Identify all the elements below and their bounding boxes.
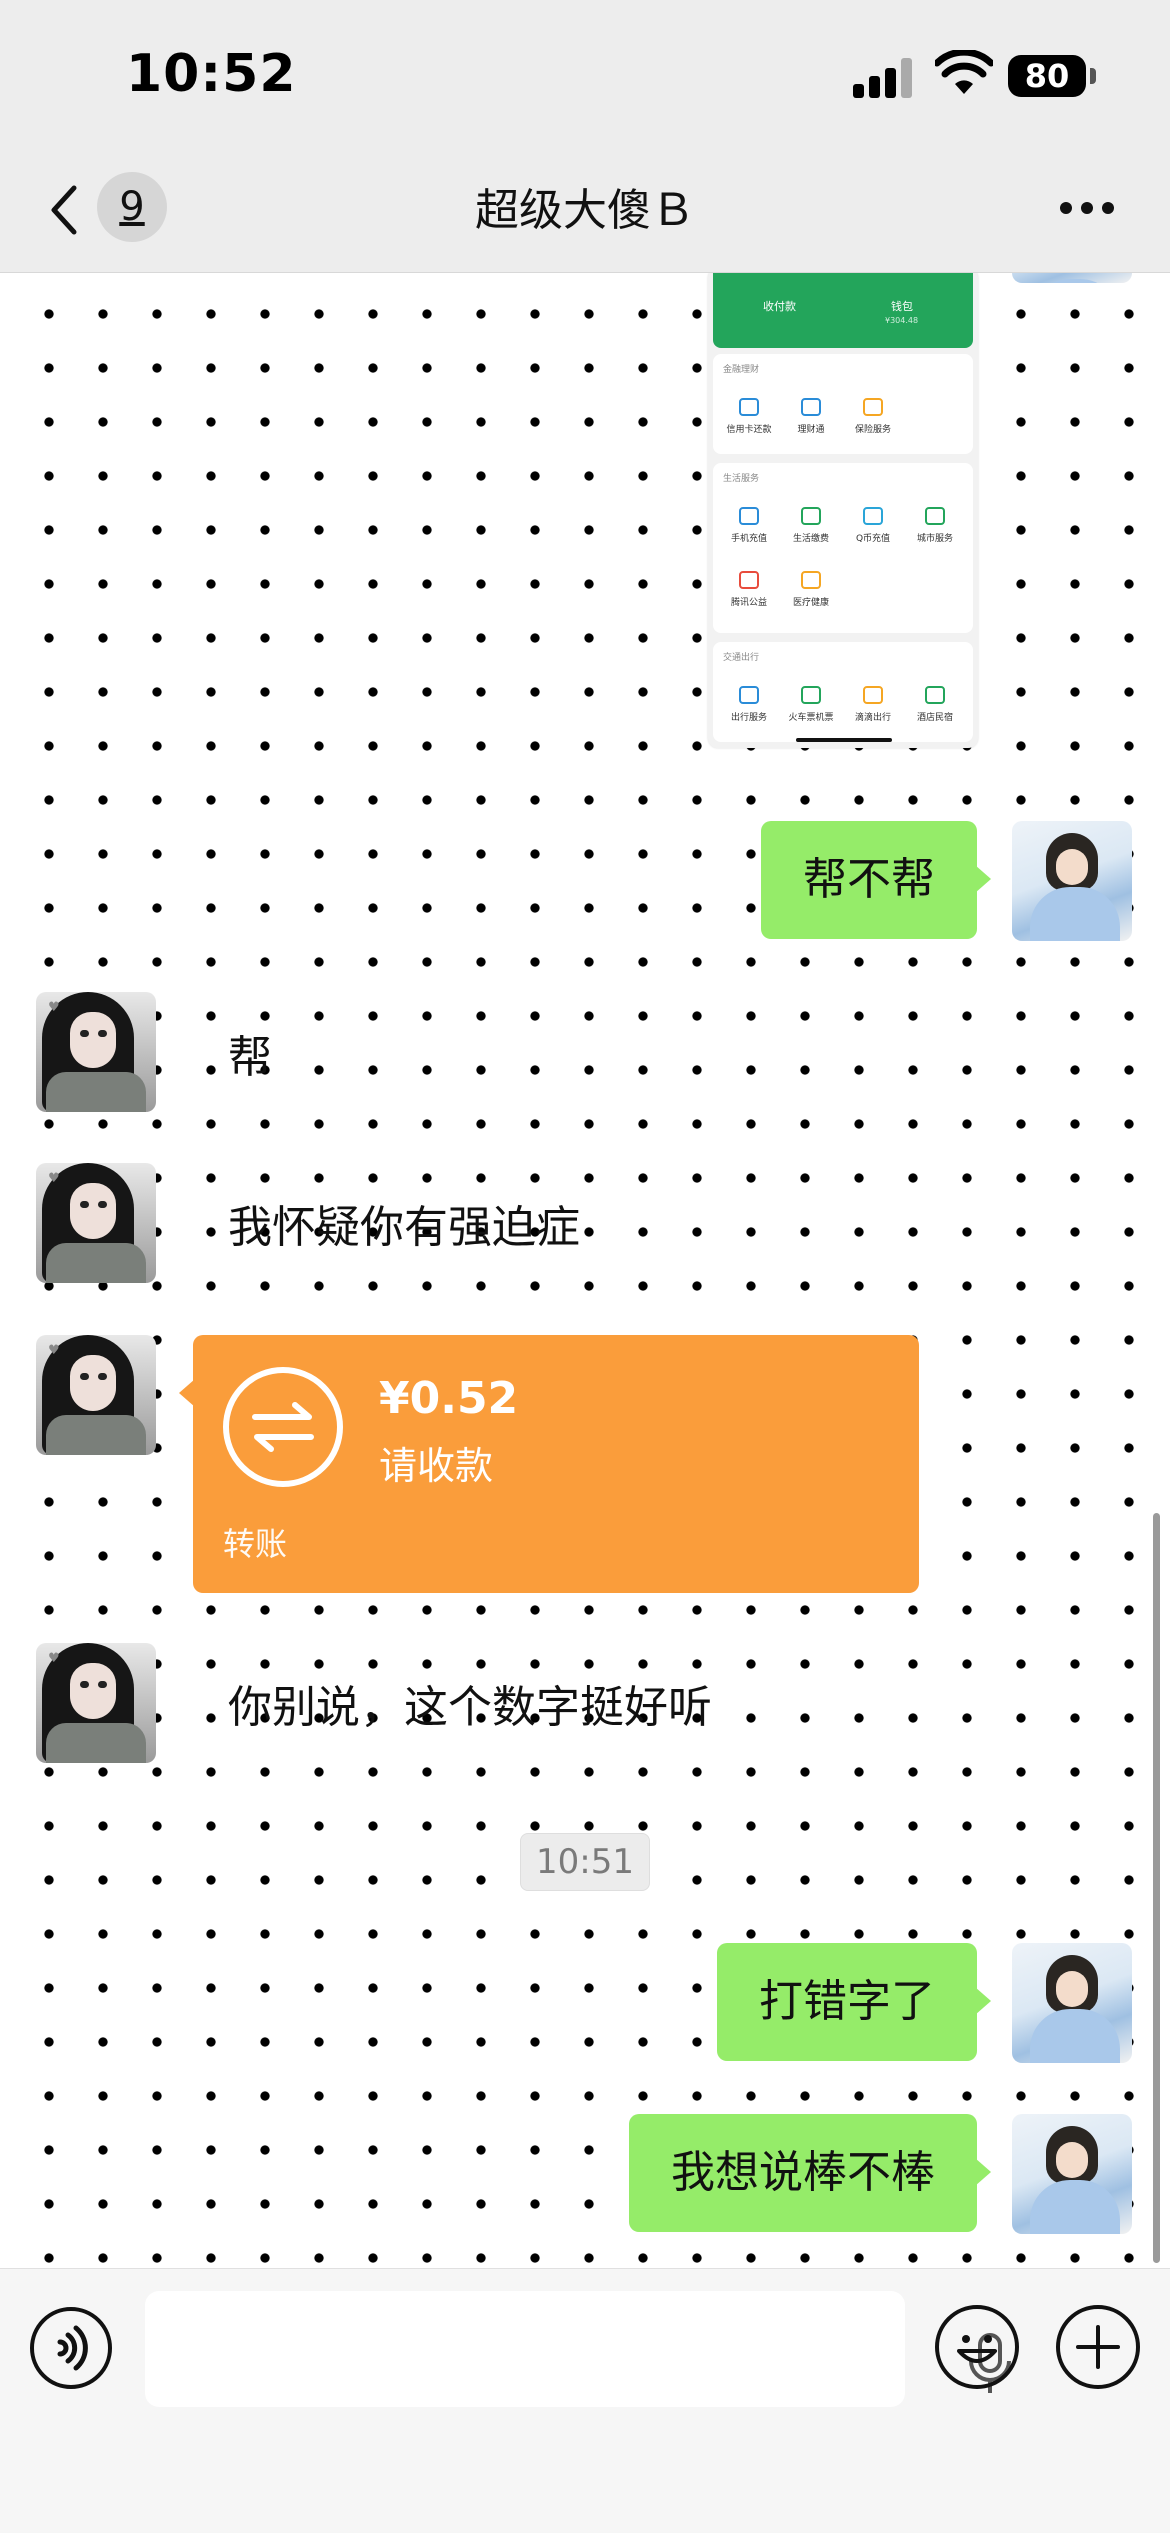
transfer-card[interactable]: ¥0.52 请收款 转账 bbox=[179, 1335, 919, 1593]
my-avatar[interactable] bbox=[1012, 821, 1132, 941]
transfer-label: 转账 bbox=[223, 1525, 288, 1563]
time-divider: 10:51 bbox=[520, 1833, 650, 1891]
emoji-icon[interactable] bbox=[935, 2305, 1019, 2389]
transfer-icon bbox=[223, 1367, 343, 1487]
home-indicator bbox=[796, 738, 892, 742]
contact-message[interactable]: 帮 bbox=[228, 1021, 272, 1085]
shot-item: 保险服务 bbox=[843, 398, 903, 435]
my-message-bubble[interactable]: 帮不帮 bbox=[761, 821, 991, 939]
section-header: 生活服务 bbox=[723, 474, 760, 484]
status-time: 10:52 bbox=[126, 44, 297, 104]
shared-screenshot-image[interactable]: 收付款 钱包 ¥304.48 金融理财 信用卡还款 理财通 保险服务 生活服务 … bbox=[708, 273, 978, 748]
contact-message[interactable]: 你别说，这个数字挺好听 bbox=[228, 1671, 712, 1735]
contact-avatar[interactable]: ♥ bbox=[36, 1163, 156, 1283]
signal-icon bbox=[853, 58, 915, 98]
shot-item: 理财通 bbox=[781, 398, 841, 435]
shot-item: 信用卡还款 bbox=[719, 398, 779, 435]
wallet-balance: ¥304.48 bbox=[885, 316, 919, 325]
contact-avatar[interactable]: ♥ bbox=[36, 1335, 156, 1455]
wallet-pay-label: 收付款 bbox=[763, 300, 796, 313]
transfer-amount: ¥0.52 bbox=[379, 1373, 519, 1424]
shot-item: 生活缴费 bbox=[781, 507, 841, 544]
life-services-section: 生活服务 手机充值 生活缴费 Q币充值 城市服务 腾讯公益 医疗健康 bbox=[713, 463, 973, 633]
my-avatar[interactable] bbox=[1012, 273, 1132, 283]
contact-avatar[interactable]: ♥ bbox=[36, 992, 156, 1112]
transfer-status: 请收款 bbox=[379, 1444, 494, 1488]
shot-item: 医疗健康 bbox=[781, 571, 841, 608]
chat-title: 超级大傻Ｂ bbox=[475, 185, 695, 236]
more-dots-icon[interactable] bbox=[1060, 202, 1114, 216]
my-avatar[interactable] bbox=[1012, 1943, 1132, 2063]
chat-header: 9 超级大傻Ｂ bbox=[0, 150, 1170, 273]
my-message-bubble[interactable]: 打错字了 bbox=[717, 1943, 991, 2061]
input-bar bbox=[0, 2268, 1170, 2533]
transport-section: 交通出行 出行服务 火车票机票 滴滴出行 酒店民宿 bbox=[713, 642, 973, 742]
my-avatar[interactable] bbox=[1012, 2114, 1132, 2234]
wallet-header: 收付款 钱包 ¥304.48 bbox=[713, 273, 973, 348]
battery-icon: 80 bbox=[1008, 55, 1086, 97]
scrollbar[interactable] bbox=[1153, 1513, 1160, 2263]
section-header: 金融理财 bbox=[723, 365, 760, 375]
battery-tip bbox=[1090, 68, 1096, 84]
finance-section: 金融理财 信用卡还款 理财通 保险服务 bbox=[713, 354, 973, 454]
shot-item: Q币充值 bbox=[843, 507, 903, 544]
my-message-bubble[interactable]: 我想说棒不棒 bbox=[629, 2114, 991, 2232]
contact-avatar[interactable]: ♥ bbox=[36, 1643, 156, 1763]
wallet-label: 钱包 bbox=[891, 300, 913, 313]
shot-item: 酒店民宿 bbox=[905, 686, 965, 723]
shot-item: 滴滴出行 bbox=[843, 686, 903, 723]
status-bar: 10:52 80 bbox=[0, 0, 1170, 150]
voice-icon[interactable] bbox=[30, 2307, 112, 2389]
shot-item: 火车票机票 bbox=[781, 686, 841, 723]
shot-item: 手机充值 bbox=[719, 507, 779, 544]
shot-item: 腾讯公益 bbox=[719, 571, 779, 608]
section-header: 交通出行 bbox=[723, 653, 760, 663]
plus-icon[interactable] bbox=[1056, 2305, 1140, 2389]
shot-item: 出行服务 bbox=[719, 686, 779, 723]
chat-area[interactable]: 收付款 钱包 ¥304.48 金融理财 信用卡还款 理财通 保险服务 生活服务 … bbox=[0, 273, 1170, 2268]
message-input[interactable] bbox=[145, 2291, 1011, 2407]
shot-item: 城市服务 bbox=[905, 507, 965, 544]
wifi-icon bbox=[935, 50, 993, 94]
contact-message[interactable]: 我怀疑你有强迫症 bbox=[228, 1191, 580, 1255]
